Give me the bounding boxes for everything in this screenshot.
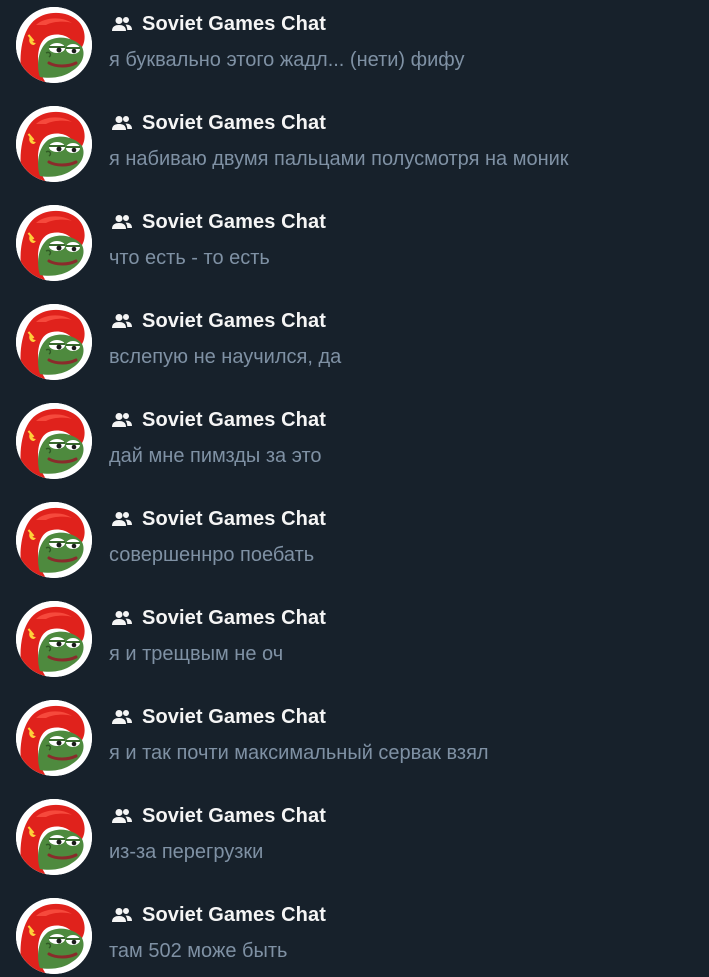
- chat-title: Soviet Games Chat: [142, 507, 326, 530]
- chat-list-item[interactable]: Soviet Games Chat там 502 може быть: [0, 891, 709, 977]
- avatar: [16, 700, 92, 776]
- chat-list-item[interactable]: Soviet Games Chat совершеннро поебать: [0, 495, 709, 594]
- chat-title: Soviet Games Chat: [142, 705, 326, 728]
- chat-title-row: Soviet Games Chat: [111, 209, 326, 235]
- chat-title: Soviet Games Chat: [142, 12, 326, 35]
- chat-title: Soviet Games Chat: [142, 408, 326, 431]
- chat-last-message: я и так почти максимальный сервак взял: [109, 742, 489, 764]
- chat-last-message: я набиваю двумя пальцами полусмотря на м…: [109, 148, 569, 170]
- chat-last-message: дай мне пимзды за это: [109, 445, 322, 467]
- group-icon: [111, 610, 133, 626]
- avatar: [16, 601, 92, 677]
- group-icon: [111, 115, 133, 131]
- chat-title-row: Soviet Games Chat: [111, 902, 326, 928]
- chat-title-row: Soviet Games Chat: [111, 506, 326, 532]
- chat-list-item[interactable]: Soviet Games Chat вслепую не научился, д…: [0, 297, 709, 396]
- chat-title: Soviet Games Chat: [142, 210, 326, 233]
- avatar: [16, 304, 92, 380]
- group-icon: [111, 808, 133, 824]
- group-icon: [111, 709, 133, 725]
- chat-title: Soviet Games Chat: [142, 804, 326, 827]
- chat-title: Soviet Games Chat: [142, 903, 326, 926]
- avatar: [16, 898, 92, 974]
- avatar: [16, 7, 92, 83]
- chat-list-item[interactable]: Soviet Games Chat я и трещвым не оч: [0, 594, 709, 693]
- chat-list-item[interactable]: Soviet Games Chat я буквально этого жадл…: [0, 0, 709, 99]
- chat-title-row: Soviet Games Chat: [111, 605, 326, 631]
- chat-title: Soviet Games Chat: [142, 309, 326, 332]
- group-icon: [111, 16, 133, 32]
- group-icon: [111, 511, 133, 527]
- chat-last-message: я и трещвым не оч: [109, 643, 284, 665]
- chat-list-item[interactable]: Soviet Games Chat что есть - то есть: [0, 198, 709, 297]
- chat-list: Soviet Games Chat я буквально этого жадл…: [0, 0, 709, 977]
- chat-list-item[interactable]: Soviet Games Chat из-за перегрузки: [0, 792, 709, 891]
- chat-title-row: Soviet Games Chat: [111, 803, 326, 829]
- chat-title: Soviet Games Chat: [142, 606, 326, 629]
- chat-last-message: там 502 може быть: [109, 940, 288, 962]
- avatar: [16, 403, 92, 479]
- chat-title-row: Soviet Games Chat: [111, 11, 326, 37]
- chat-last-message: из-за перегрузки: [109, 841, 264, 863]
- chat-last-message: вслепую не научился, да: [109, 346, 342, 368]
- chat-title: Soviet Games Chat: [142, 111, 326, 134]
- chat-title-row: Soviet Games Chat: [111, 407, 326, 433]
- avatar: [16, 106, 92, 182]
- chat-last-message: я буквально этого жадл... (нети) фифу: [109, 49, 465, 71]
- avatar: [16, 799, 92, 875]
- chat-title-row: Soviet Games Chat: [111, 110, 326, 136]
- group-icon: [111, 907, 133, 923]
- chat-title-row: Soviet Games Chat: [111, 308, 326, 334]
- avatar: [16, 502, 92, 578]
- chat-last-message: совершеннро поебать: [109, 544, 315, 566]
- avatar: [16, 205, 92, 281]
- group-icon: [111, 313, 133, 329]
- chat-list-item[interactable]: Soviet Games Chat я набиваю двумя пальца…: [0, 99, 709, 198]
- chat-list-item[interactable]: Soviet Games Chat дай мне пимзды за это: [0, 396, 709, 495]
- group-icon: [111, 214, 133, 230]
- chat-title-row: Soviet Games Chat: [111, 704, 326, 730]
- chat-list-item[interactable]: Soviet Games Chat я и так почти максимал…: [0, 693, 709, 792]
- group-icon: [111, 412, 133, 428]
- chat-last-message: что есть - то есть: [109, 247, 270, 269]
